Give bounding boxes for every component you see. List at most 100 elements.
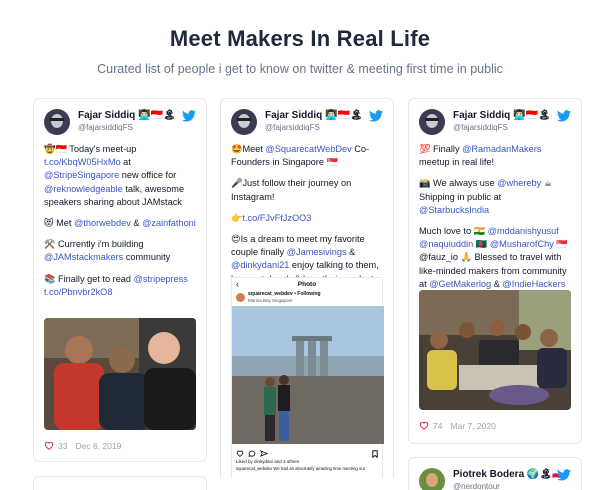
- tweet-date[interactable]: Dec 6, 2019: [75, 441, 121, 451]
- tweet-card[interactable]: Piotrek Bodera 🌍🏝🇵🇱 @nerdontour: [408, 457, 582, 490]
- twitter-icon[interactable]: [182, 110, 196, 122]
- tweet-paragraph: 🎤Just follow their journey on Instagram!: [231, 177, 385, 203]
- tweet-text-run: new office for: [119, 170, 177, 181]
- tweet-link[interactable]: @JAMstackmakers: [44, 252, 123, 262]
- tweet-link[interactable]: @thorwebdev: [74, 218, 131, 228]
- tweet-text-run: &: [130, 218, 143, 229]
- page-subtitle: Curated list of people i get to know on …: [97, 62, 503, 76]
- like-count: 33: [58, 441, 68, 451]
- tweet-paragraph: 📚 Finally get to read @stripepress t.co/…: [44, 273, 198, 299]
- tweet-text: 🤠🇮🇩 Today's meet-up t.co/KbqW05HxMo at @…: [44, 143, 198, 299]
- tweet-link[interactable]: @mddanishyusuf: [488, 226, 559, 236]
- tweet-text-run: Much love to 🇮🇳: [419, 226, 488, 237]
- tweet-card[interactable]: Fajar Siddiq 👨🏻‍💻🇮🇩🏝 @fajarsiddiqFS 🤩Mee…: [220, 98, 394, 478]
- avatar[interactable]: [419, 109, 445, 135]
- embed-bookmark-icon[interactable]: [372, 450, 378, 458]
- tweet-paragraph: 👉t.co/FJvFfJzOO3: [231, 212, 385, 225]
- tweet-text-run: 😻 Met: [44, 218, 74, 229]
- instagram-embed[interactable]: Photo ‹ squarecat_webdev • Following Mar…: [231, 277, 384, 478]
- embed-avatar[interactable]: [236, 293, 245, 302]
- tweet-date[interactable]: Mar 7, 2020: [450, 421, 495, 431]
- tweet-footer: 33 Dec 6, 2019: [44, 441, 121, 451]
- embed-share-icon[interactable]: [260, 450, 268, 457]
- tweet-paragraph: 📸 We always use @whereby ☕ Shipping in p…: [419, 177, 573, 217]
- avatar[interactable]: [231, 109, 257, 135]
- embed-caption: squarecat_webdev We had an absolutely am…: [236, 466, 366, 471]
- tweet-text-run: community: [123, 252, 171, 263]
- heart-icon[interactable]: [44, 441, 54, 450]
- tweet-photo[interactable]: [44, 318, 196, 430]
- author-name[interactable]: Piotrek Bodera 🌍🏝🇵🇱: [453, 469, 565, 480]
- tweet-text-run: 🤠🇮🇩 Today's meet-up: [44, 144, 137, 154]
- tweet-header: Fajar Siddiq 👨🏻‍💻🇮🇩🏝 @fajarsiddiqFS: [44, 109, 196, 137]
- tweet-text-run: 🤩Meet: [231, 144, 266, 154]
- tweet-text-run: at: [120, 157, 131, 168]
- tweet-link[interactable]: @whereby: [497, 178, 541, 188]
- author-name[interactable]: Fajar Siddiq 👨🏻‍💻🇮🇩🏝: [453, 110, 551, 121]
- tweet-text-run: &: [346, 247, 356, 258]
- tweet-link[interactable]: @IndieHackers: [502, 279, 565, 289]
- author-handle[interactable]: @fajarsiddiqFS: [453, 123, 508, 132]
- avatar[interactable]: [44, 109, 70, 135]
- tweet-text-run: 🇧🇩: [473, 239, 490, 250]
- tweet-paragraph: 🤠🇮🇩 Today's meet-up t.co/KbqW05HxMo at @…: [44, 143, 198, 209]
- tweet-link[interactable]: t.co/Pbnvbr2kO8: [44, 287, 112, 297]
- tweet-link[interactable]: @StarbucksIndia: [419, 205, 489, 215]
- tweet-paragraph: ⚒️ Currently i'm building @JAMstackmaker…: [44, 238, 198, 264]
- tweet-link[interactable]: @zainfathoni: [142, 218, 196, 228]
- author-handle[interactable]: @fajarsiddiqFS: [78, 123, 133, 132]
- tweet-link[interactable]: @Jamesivings: [287, 247, 347, 257]
- tweet-text-run: ⚒️ Currently i'm building: [44, 239, 144, 250]
- twitter-icon[interactable]: [557, 110, 571, 122]
- author-name[interactable]: Fajar Siddiq 👨🏻‍💻🇮🇩🏝: [78, 110, 176, 121]
- tweet-card[interactable]: [33, 476, 207, 490]
- tweet-card[interactable]: Fajar Siddiq 👨🏻‍💻🇮🇩🏝 @fajarsiddiqFS 🤠🇮🇩 …: [33, 98, 207, 462]
- tweet-text: 🤩Meet @SquarecatWebDev Co-Founders in Si…: [231, 143, 385, 299]
- author-handle[interactable]: @fajarsiddiqFS: [265, 123, 320, 132]
- back-icon[interactable]: ‹: [236, 279, 239, 289]
- avatar[interactable]: [419, 468, 445, 490]
- embed-photo[interactable]: [232, 306, 384, 444]
- tweet-link[interactable]: @naquiuddin: [419, 239, 473, 249]
- embed-header: Photo: [297, 281, 317, 288]
- tweet-link[interactable]: @dinkydani21: [231, 260, 289, 270]
- tweet-link[interactable]: @StripeSingapore: [44, 170, 119, 180]
- page-title: Meet Makers In Real Life: [169, 26, 431, 51]
- tweet-text-run: 👉: [231, 212, 243, 223]
- embed-liked-by: Liked by dinkydani and 3 others: [236, 459, 300, 464]
- embed-location[interactable]: Marina Bay Singapore: [248, 298, 293, 303]
- tweet-text-run: 📚 Finally get to read: [44, 273, 134, 284]
- tweet-photo[interactable]: [419, 290, 571, 410]
- embed-comment-icon[interactable]: [248, 450, 256, 457]
- tweet-header: Fajar Siddiq 👨🏻‍💻🇮🇩🏝 @fajarsiddiqFS: [419, 109, 571, 137]
- tweet-link[interactable]: t.co/FJvFfJzOO3: [242, 213, 311, 223]
- tweet-header: Piotrek Bodera 🌍🏝🇵🇱 @nerdontour: [419, 468, 571, 490]
- embed-heart-icon[interactable]: [236, 450, 244, 457]
- tweet-text-run: 🎤Just follow their journey on Instagram!: [231, 178, 352, 202]
- twitter-icon[interactable]: [369, 110, 383, 122]
- tweet-footer: 74 Mar 7, 2020: [419, 421, 496, 431]
- tweet-link[interactable]: @MusharofChy: [490, 239, 554, 249]
- author-handle[interactable]: @nerdontour: [453, 482, 500, 490]
- tweet-paragraph: 😻 Met @thorwebdev & @zainfathoni: [44, 217, 198, 230]
- tweet-link[interactable]: @reknowledgeable: [44, 184, 123, 194]
- tweet-text-run: meetup in real life!: [419, 157, 495, 168]
- heart-icon[interactable]: [419, 421, 429, 430]
- like-count: 74: [433, 421, 443, 431]
- tweet-card[interactable]: Fajar Siddiq 👨🏻‍💻🇮🇩🏝 @fajarsiddiqFS 💯 Fi…: [408, 98, 582, 444]
- tweet-paragraph: 💯 Finally @RamadanMakers meetup in real …: [419, 143, 573, 169]
- tweet-link[interactable]: @RamadanMakers: [462, 144, 541, 154]
- tweet-text-run: 💯 Finally: [419, 144, 463, 154]
- tweet-header: Fajar Siddiq 👨🏻‍💻🇮🇩🏝 @fajarsiddiqFS: [231, 109, 383, 137]
- tweet-text: 💯 Finally @RamadanMakers meetup in real …: [419, 143, 573, 304]
- twitter-icon[interactable]: [557, 469, 571, 481]
- tweet-link[interactable]: @GetMakerlog: [429, 279, 491, 289]
- tweet-text-run: 📸 We always use: [419, 178, 498, 189]
- tweet-paragraph: 🤩Meet @SquarecatWebDev Co-Founders in Si…: [231, 143, 385, 169]
- tweet-link[interactable]: t.co/KbqW05HxMo: [44, 157, 121, 167]
- author-name[interactable]: Fajar Siddiq 👨🏻‍💻🇮🇩🏝: [265, 110, 363, 121]
- tweet-link[interactable]: @SquarecatWebDev: [265, 144, 351, 154]
- embed-account[interactable]: squarecat_webdev • Following: [248, 291, 321, 297]
- tweet-link[interactable]: @stripepress: [134, 274, 188, 284]
- tweet-text-run: &: [491, 278, 503, 289]
